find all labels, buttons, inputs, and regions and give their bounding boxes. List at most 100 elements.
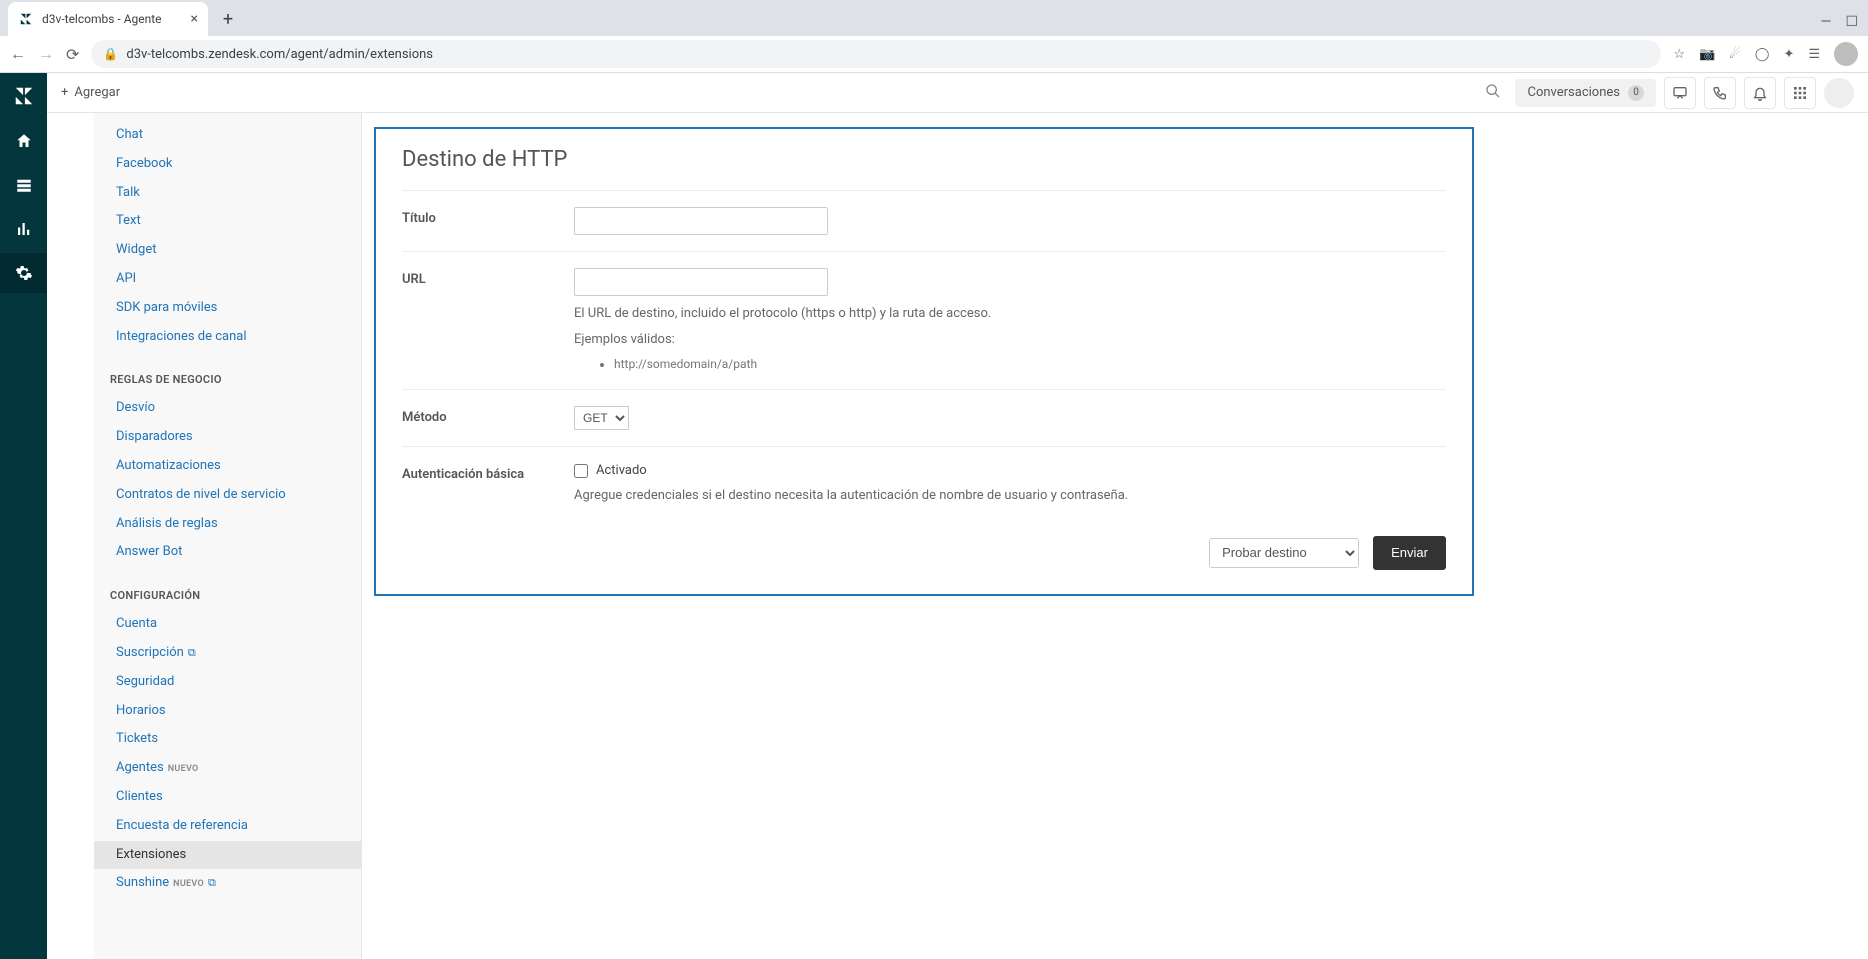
extension-icon-2[interactable]: ◯ bbox=[1755, 47, 1770, 62]
extensions-icon[interactable]: ✦ bbox=[1783, 47, 1794, 62]
reading-list-icon[interactable]: ☰ bbox=[1808, 47, 1820, 62]
sidebar-item-text[interactable]: Text bbox=[94, 207, 361, 236]
row-auth: Autenticación básica Activado Agregue cr… bbox=[402, 447, 1446, 522]
main-content: Destino de HTTP Título URL El URL de des… bbox=[362, 113, 1868, 959]
back-button[interactable]: ← bbox=[10, 44, 26, 64]
url-input[interactable] bbox=[574, 268, 828, 296]
submit-button[interactable]: Enviar bbox=[1373, 536, 1446, 570]
auth-help: Agregue credenciales si el destino neces… bbox=[574, 486, 1446, 506]
sidebar-heading-config: CONFIGURACIÓN bbox=[94, 567, 361, 610]
address-bar[interactable]: 🔒 d3v-telcombs.zendesk.com/agent/admin/e… bbox=[91, 40, 1661, 68]
notifications-icon-button[interactable] bbox=[1744, 77, 1776, 109]
test-target-select[interactable]: Probar destino bbox=[1209, 538, 1359, 568]
title-input[interactable] bbox=[574, 207, 828, 235]
sidebar-item-sla[interactable]: Contratos de nivel de servicio bbox=[94, 481, 361, 510]
extension-icon-1[interactable]: ☄ bbox=[1729, 47, 1741, 62]
star-icon[interactable]: ☆ bbox=[1673, 47, 1685, 62]
sidebar-item-channel-integrations[interactable]: Integraciones de canal bbox=[94, 323, 361, 352]
sidebar-item-automations[interactable]: Automatizaciones bbox=[94, 452, 361, 481]
plus-icon: + bbox=[61, 85, 68, 100]
http-target-form: Destino de HTTP Título URL El URL de des… bbox=[374, 127, 1474, 596]
conversations-button[interactable]: Conversaciones 0 bbox=[1515, 79, 1656, 107]
content-region: Chat Facebook Talk Text Widget API SDK p… bbox=[94, 113, 1868, 959]
url-help: El URL de destino, incluido el protocolo… bbox=[574, 304, 1446, 373]
sidebar-item-label: Agentes bbox=[116, 760, 164, 775]
browser-tab[interactable]: d3v-telcombs - Agente × bbox=[8, 2, 208, 36]
sidebar-item-triggers[interactable]: Disparadores bbox=[94, 423, 361, 452]
rail-reports[interactable] bbox=[0, 209, 47, 249]
sidebar-item-tickets[interactable]: Tickets bbox=[94, 725, 361, 754]
reload-button[interactable]: ⟳ bbox=[66, 45, 79, 64]
topbar-right: Conversaciones 0 bbox=[1479, 77, 1854, 109]
profile-avatar-icon[interactable] bbox=[1834, 42, 1858, 66]
rail-admin[interactable] bbox=[0, 253, 47, 293]
sidebar-item-api[interactable]: API bbox=[94, 265, 361, 294]
form-actions: Probar destino Enviar bbox=[402, 522, 1446, 570]
url-example: http://somedomain/a/path bbox=[614, 355, 1446, 373]
sidebar-item-label: Sunshine bbox=[116, 875, 169, 890]
sidebar-item-account[interactable]: Cuenta bbox=[94, 610, 361, 639]
sidebar-item-answer-bot[interactable]: Answer Bot bbox=[94, 538, 361, 567]
minimize-icon[interactable]: — bbox=[1821, 14, 1832, 30]
url-text: d3v-telcombs.zendesk.com/agent/admin/ext… bbox=[126, 47, 1649, 62]
add-label: Agregar bbox=[74, 85, 120, 100]
sidebar-item-talk[interactable]: Talk bbox=[94, 179, 361, 208]
sidebar-item-routing[interactable]: Desvío bbox=[94, 394, 361, 423]
brand-logo[interactable] bbox=[11, 83, 37, 109]
maximize-icon[interactable]: ☐ bbox=[1845, 14, 1858, 30]
sidebar-item-customers[interactable]: Clientes bbox=[94, 783, 361, 812]
admin-sidebar[interactable]: Chat Facebook Talk Text Widget API SDK p… bbox=[94, 113, 362, 959]
row-title: Título bbox=[402, 191, 1446, 252]
sidebar-heading-rules: REGLAS DE NEGOCIO bbox=[94, 351, 361, 394]
label-title: Título bbox=[402, 207, 574, 235]
sidebar-item-extensions[interactable]: Extensiones bbox=[94, 841, 361, 870]
method-select[interactable]: GET bbox=[574, 406, 629, 430]
phone-icon-button[interactable] bbox=[1704, 77, 1736, 109]
new-badge: NUEVO bbox=[168, 764, 199, 774]
sidebar-item-agents[interactable]: Agentes NUEVO bbox=[94, 754, 361, 783]
label-auth: Autenticación básica bbox=[402, 463, 574, 506]
tab-close-icon[interactable]: × bbox=[191, 11, 198, 27]
app-container: + Agregar Conversaciones 0 bbox=[0, 73, 1868, 959]
user-avatar[interactable] bbox=[1824, 78, 1854, 108]
search-button[interactable] bbox=[1479, 77, 1507, 109]
nav-rail bbox=[0, 73, 47, 959]
row-url: URL El URL de destino, incluido el proto… bbox=[402, 252, 1446, 390]
external-link-icon: ⧉ bbox=[208, 876, 216, 889]
camera-icon[interactable]: 📷 bbox=[1699, 47, 1715, 62]
chat-icon-button[interactable] bbox=[1664, 77, 1696, 109]
rail-home[interactable] bbox=[0, 121, 47, 161]
new-badge: NUEVO bbox=[173, 879, 204, 889]
top-bar: + Agregar Conversaciones 0 bbox=[47, 73, 1868, 113]
sidebar-item-facebook[interactable]: Facebook bbox=[94, 150, 361, 179]
tab-strip: d3v-telcombs - Agente × + — ☐ bbox=[0, 0, 1868, 36]
sidebar-item-sunshine[interactable]: Sunshine NUEVO ⧉ bbox=[94, 869, 361, 898]
window-controls: — ☐ bbox=[1821, 14, 1868, 36]
sidebar-item-label: Suscripción bbox=[116, 645, 184, 660]
conversations-count: 0 bbox=[1628, 85, 1644, 101]
sidebar-item-security[interactable]: Seguridad bbox=[94, 668, 361, 697]
form-title: Destino de HTTP bbox=[402, 143, 1446, 191]
forward-button[interactable]: → bbox=[38, 44, 54, 64]
rail-views[interactable] bbox=[0, 165, 47, 205]
sidebar-item-subscription[interactable]: Suscripción ⧉ bbox=[94, 639, 361, 668]
sidebar-item-benchmark[interactable]: Encuesta de referencia bbox=[94, 812, 361, 841]
add-button[interactable]: + Agregar bbox=[61, 85, 120, 100]
new-tab-button[interactable]: + bbox=[214, 5, 242, 33]
favicon bbox=[18, 11, 34, 27]
label-url: URL bbox=[402, 268, 574, 373]
external-link-icon: ⧉ bbox=[188, 646, 196, 659]
label-method: Método bbox=[402, 406, 574, 430]
sidebar-item-chat[interactable]: Chat bbox=[94, 121, 361, 150]
sidebar-item-widget[interactable]: Widget bbox=[94, 236, 361, 265]
auth-checkbox[interactable] bbox=[574, 464, 588, 478]
auth-check-text: Activado bbox=[596, 463, 647, 478]
row-method: Método GET bbox=[402, 390, 1446, 447]
sidebar-item-sdk[interactable]: SDK para móviles bbox=[94, 294, 361, 323]
browser-nav-bar: ← → ⟳ 🔒 d3v-telcombs.zendesk.com/agent/a… bbox=[0, 36, 1868, 72]
apps-icon-button[interactable] bbox=[1784, 77, 1816, 109]
lock-icon: 🔒 bbox=[103, 47, 118, 61]
sidebar-item-schedules[interactable]: Horarios bbox=[94, 697, 361, 726]
auth-checkbox-label[interactable]: Activado bbox=[574, 463, 1446, 478]
sidebar-item-rule-analysis[interactable]: Análisis de reglas bbox=[94, 510, 361, 539]
